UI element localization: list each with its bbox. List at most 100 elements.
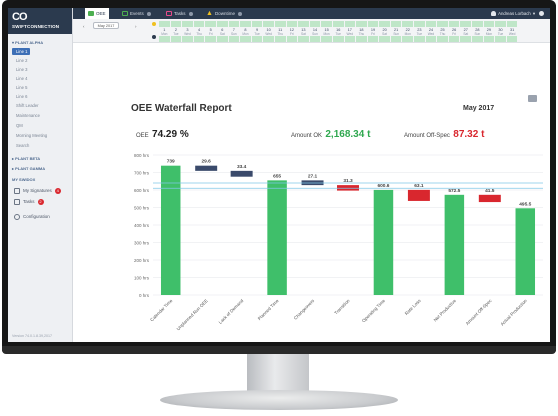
day-cell[interactable]: 20 Sat	[379, 21, 390, 42]
day-cell[interactable]: 7 Sun	[228, 21, 240, 42]
night-shift-status	[367, 36, 379, 42]
day-cell[interactable]: 13 Sat	[298, 21, 309, 42]
sidebar-item-morning-meeting[interactable]: Morning Meeting	[12, 131, 69, 141]
day-cell[interactable]: 28 Sun	[472, 21, 483, 42]
app-screen: CO SWIFTCONNECTION ▾ PLANT ALPHA Line 1 …	[8, 8, 550, 342]
day-shift-status	[159, 21, 170, 27]
day-cell[interactable]: 21 Sun	[390, 21, 402, 42]
bar	[478, 194, 501, 203]
month-selector[interactable]: May 2017	[93, 22, 119, 29]
sidebar-item-line-3[interactable]: Line 3	[12, 65, 69, 74]
x-tick-label: Unplanned Run OEE	[176, 298, 209, 331]
tab-downtime[interactable]: ▲ Downtime	[203, 8, 245, 19]
day-cell[interactable]: 27 Sat	[460, 21, 472, 42]
night-shift-status	[170, 36, 182, 42]
data-label: 655	[273, 173, 281, 179]
gear-icon	[14, 213, 20, 220]
y-tick-label: 0 hrs	[139, 293, 150, 298]
night-shift-status	[483, 36, 495, 42]
day-cell[interactable]: 26 Fri	[448, 21, 460, 42]
nav-section-plant-alpha[interactable]: ▾ PLANT ALPHA	[12, 40, 69, 45]
day-cell[interactable]: 2 Tue	[170, 21, 182, 42]
day-cell[interactable]: 9 Tue	[251, 21, 263, 42]
settings-icon[interactable]	[539, 11, 544, 16]
tab-label: OEE	[96, 11, 106, 16]
day-cell[interactable]: 11 Thu	[274, 21, 286, 42]
day-cell[interactable]: 10 Wed	[263, 21, 274, 42]
monitor-chin	[2, 346, 556, 354]
data-label: 29.6	[202, 159, 212, 165]
day-shift-icon	[152, 22, 156, 26]
day-cell[interactable]: 15 Mon	[321, 21, 332, 42]
day-cell[interactable]: 18 Thu	[356, 21, 367, 42]
tab-events[interactable]: Events	[119, 8, 154, 19]
day-cell[interactable]: 16 Tue	[332, 21, 344, 42]
sidebar-nav: ▾ PLANT ALPHA Line 1 Line 2 Line 3 Line …	[8, 34, 72, 222]
day-cell[interactable]: 29 Mon	[483, 21, 495, 42]
sidebar-item-tasks[interactable]: Tasks 2	[12, 196, 69, 207]
day-cell[interactable]: 30 Tue	[495, 21, 506, 42]
day-cell[interactable]: 14 Sun	[309, 21, 321, 42]
day-cell[interactable]: 1 Mon	[159, 21, 170, 42]
close-tab-icon[interactable]	[237, 11, 242, 16]
day-cell[interactable]: 5 Fri	[205, 21, 216, 42]
day-cell[interactable]: 31 Wed	[506, 21, 518, 42]
nav-section-plant-beta[interactable]: ▸ PLANT BETA	[12, 156, 69, 161]
next-month-button[interactable]: ›	[135, 24, 137, 29]
y-tick-label: 700 hrs	[134, 171, 150, 176]
day-shift-status	[321, 21, 332, 27]
x-tick-label: Amount Off-Spec	[465, 298, 493, 326]
sidebar-item-configuration[interactable]: Configuration	[12, 211, 69, 222]
day-cell[interactable]: 6 Sat	[216, 21, 228, 42]
close-tab-icon[interactable]	[188, 11, 193, 16]
day-shift-status	[193, 21, 205, 27]
day-shift-status	[309, 21, 321, 27]
bar	[267, 180, 287, 295]
sidebar-item-my-signatures[interactable]: My Signatures 4	[12, 185, 69, 196]
bar	[515, 208, 536, 295]
day-cell[interactable]: 19 Fri	[367, 21, 379, 42]
sidebar-item-line-5[interactable]: Line 5	[12, 83, 69, 92]
tab-label: Tasks	[174, 11, 186, 16]
y-tick-label: 100 hrs	[134, 276, 150, 281]
night-shift-status	[205, 36, 216, 42]
day-cell[interactable]: 8 Mon	[240, 21, 251, 42]
day-cell[interactable]: 3 Wed	[182, 21, 193, 42]
night-shift-icon	[152, 35, 156, 39]
prev-month-button[interactable]: ‹	[83, 24, 85, 29]
day-cell[interactable]: 12 Fri	[286, 21, 298, 42]
y-tick-label: 300 hrs	[134, 241, 150, 246]
data-label: 495.5	[519, 201, 531, 207]
version-footer: Version 74.0.1.8.39,2017	[12, 334, 52, 338]
day-cell[interactable]: 23 Tue	[414, 21, 425, 42]
sidebar-item-label: Tasks	[23, 199, 35, 204]
day-shift-status	[460, 21, 472, 27]
night-shift-status	[472, 36, 483, 42]
night-shift-status	[448, 36, 460, 42]
day-cell[interactable]: 24 Wed	[425, 21, 437, 42]
sidebar-item-shift-leader[interactable]: Shift Leader	[12, 101, 69, 111]
tab-oee[interactable]: OEE	[85, 8, 109, 19]
day-cell[interactable]: 25 Thu	[437, 21, 448, 42]
sidebar-item-line-1[interactable]: Line 1	[12, 48, 30, 55]
brand-header[interactable]: CO SWIFTCONNECTION	[8, 8, 72, 34]
sidebar-item-qm[interactable]: QM	[12, 121, 69, 131]
sidebar-item-line-6[interactable]: Line 6	[12, 92, 69, 101]
sidebar-item-line-4[interactable]: Line 4	[12, 74, 69, 83]
close-tab-icon[interactable]	[146, 11, 151, 16]
sidebar-item-line-2[interactable]: Line 2	[12, 56, 69, 65]
night-shift-status	[182, 36, 193, 42]
day-cell[interactable]: 4 Thu	[193, 21, 205, 42]
sidebar-item-search[interactable]: Search	[12, 141, 69, 151]
notification-badge: 2	[37, 198, 44, 205]
sidebar-item-maintenance[interactable]: Maintenance	[12, 111, 69, 121]
waterfall-chart: 0 hrs 100 hrs 200 hrs 300 hrs 400 hrs 500 hrs…	[134, 153, 543, 331]
day-shift-status	[379, 21, 390, 27]
day-cell[interactable]: 22 Mon	[402, 21, 414, 42]
night-shift-status	[460, 36, 472, 42]
nav-section-plant-gamma[interactable]: ▸ PLANT GAMMA	[12, 166, 69, 171]
user-menu[interactable]: Andreas Lorbach ▾	[491, 8, 544, 19]
night-shift-status	[390, 36, 402, 42]
tab-tasks[interactable]: Tasks	[163, 8, 196, 19]
day-cell[interactable]: 17 Wed	[344, 21, 356, 42]
